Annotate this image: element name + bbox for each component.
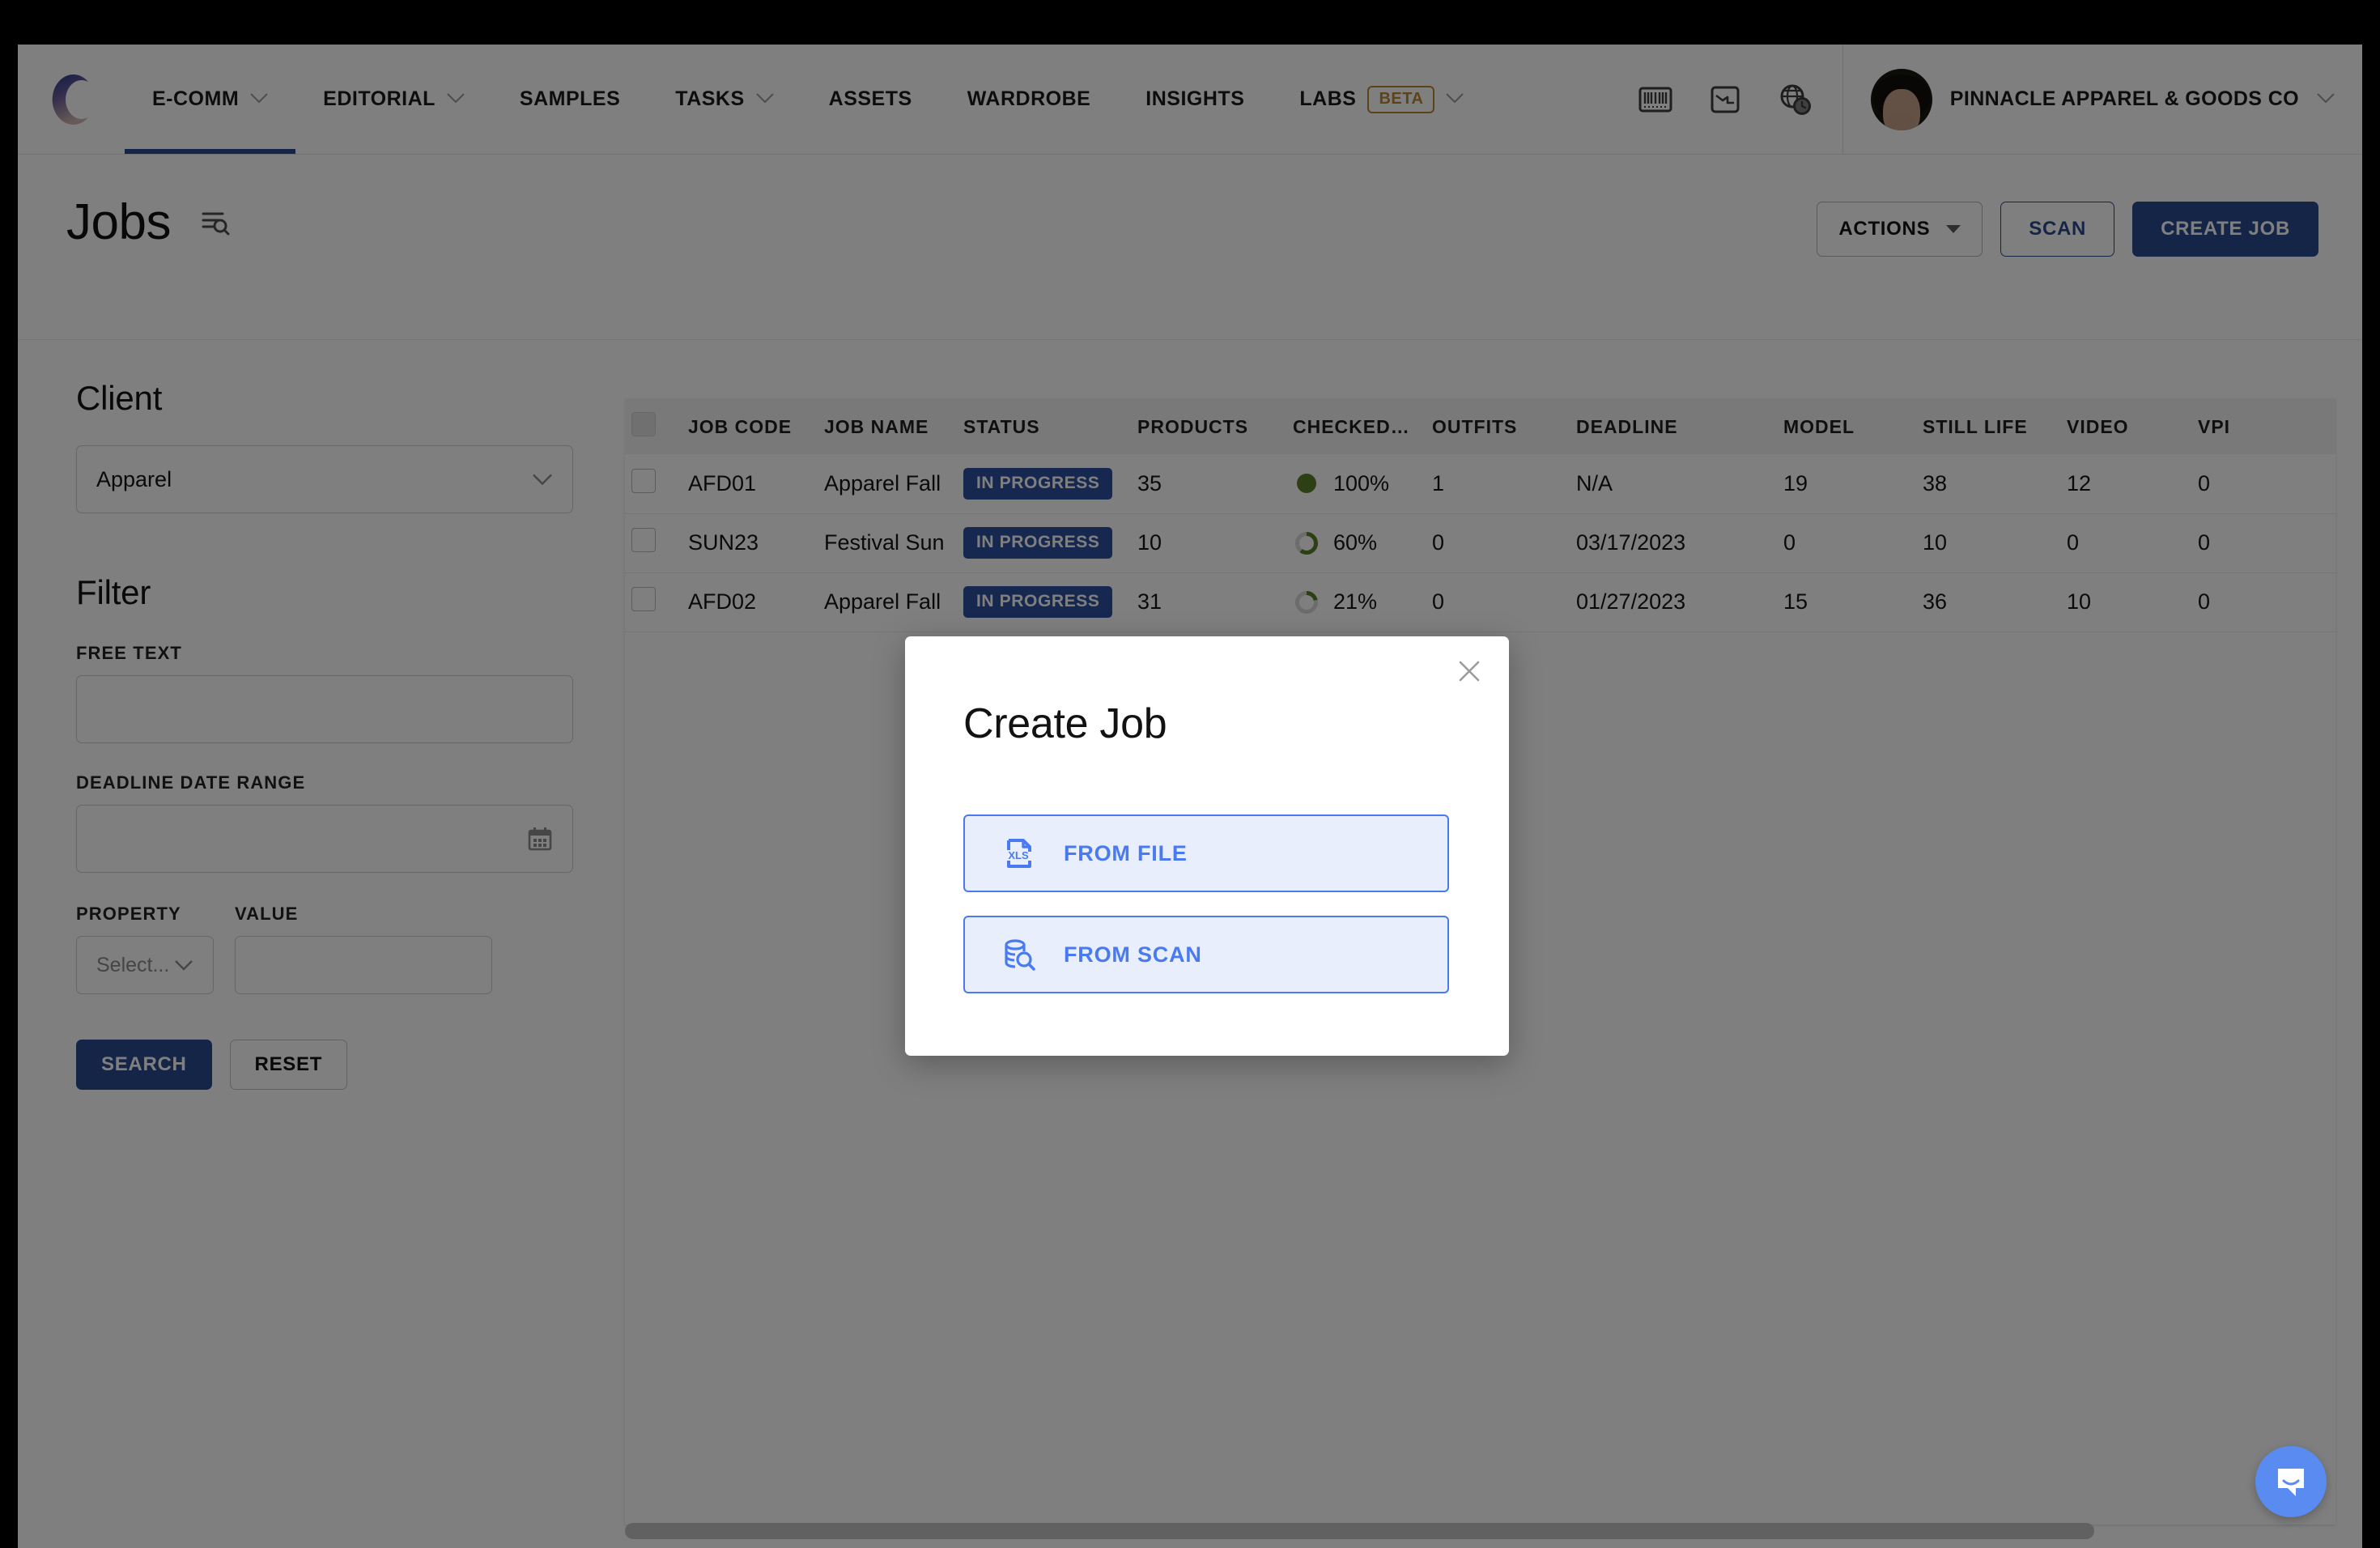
create-from-file-option[interactable]: XLS FROM FILE <box>963 814 1449 892</box>
chat-bubble-icon <box>2272 1462 2310 1501</box>
create-from-file-label: FROM FILE <box>1064 841 1188 866</box>
create-from-scan-label: FROM SCAN <box>1064 942 1202 968</box>
svg-text:XLS: XLS <box>1008 849 1029 861</box>
modal-title: Create Job <box>963 700 1167 748</box>
create-job-modal: Create Job XLS FROM FILE <box>905 636 1509 1056</box>
chat-launcher-button[interactable] <box>2255 1446 2327 1517</box>
database-search-icon <box>1001 937 1036 972</box>
xls-file-icon: XLS <box>1001 836 1036 871</box>
close-icon[interactable] <box>1451 653 1488 690</box>
create-from-scan-option[interactable]: FROM SCAN <box>963 916 1449 993</box>
app-window: E-COMM EDITORIAL SAMPLES TASKS <box>18 45 2362 1548</box>
